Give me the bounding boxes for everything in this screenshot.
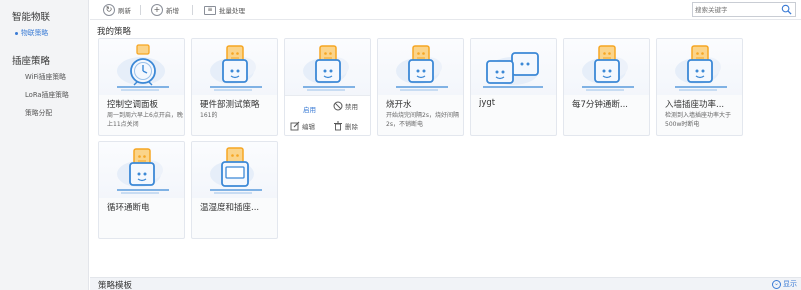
show-templates-toggle[interactable]: ⌄ 显示 [772,279,797,289]
sidebar-item-iot-strategy[interactable]: 物联策略 [15,27,48,37]
strategy-card[interactable]: 硬件部测试策略 161的 [191,38,278,136]
sidebar-group-title: 智能物联 [12,12,51,23]
edit-icon [290,121,300,131]
delete-label: 删除 [345,123,358,131]
template-section-title: 策略模板 [98,281,133,290]
disable-label: 禁用 [345,103,358,111]
search-icon[interactable] [781,4,792,15]
strategy-card[interactable]: 入墙插座功率... 检测到入墙插座功率大于500w时断电 [656,38,743,136]
sidebar-item-strategy-assign[interactable]: 策略分配 [25,107,52,117]
edit-button[interactable]: 编辑 [290,121,315,131]
trash-icon [334,121,342,131]
sidebar-group-title: 插座策略 [12,56,51,67]
strategy-card[interactable]: 控制空调面板 周一到周六早上6点开启，晚上11点关闭 [98,38,185,136]
toolbar-divider [192,5,193,15]
edit-label: 编辑 [302,123,315,131]
strategy-description: 周一到周六早上6点开启，晚上11点关闭 [107,112,183,128]
toolbar-divider [140,5,141,15]
socket-plug-icon [657,39,742,95]
search-box [692,2,796,17]
disable-button[interactable]: 禁用 [333,101,358,111]
strategy-card[interactable]: 循环通断电 [98,141,185,239]
strategy-name: 循环通断电 [107,203,150,213]
dual-socket-icon [471,39,556,95]
chevron-down-icon: ⌄ [772,279,781,289]
plus-icon: + [151,4,163,16]
strategy-card[interactable]: jygt [470,38,557,136]
strategy-description: 检测到入墙插座功率大于500w时断电 [665,112,732,128]
add-button[interactable]: + 新增 [151,3,179,17]
strategy-card[interactable]: 温湿度和插座... [191,141,278,239]
sidebar: 智能物联 物联策略 插座策略 WiFi插座策略 LoRa插座策略 策略分配 [0,0,89,290]
refresh-button[interactable]: ↻ 刷新 [103,3,131,17]
strategy-card[interactable]: 烧开水 开始烧完间隔2s，烧好间隔2s，不销断电 [377,38,464,136]
sidebar-item-wifi-socket[interactable]: WiFi插座策略 [25,71,66,81]
strategy-name: 温湿度和插座... [200,203,260,213]
enable-button[interactable]: 启用 [303,104,316,114]
strategy-card[interactable]: 每7分钟通断... [563,38,650,136]
batch-label: 批量处理 [219,7,245,15]
disable-icon [333,101,343,111]
show-label: 显示 [783,280,797,288]
list-icon: ≡ [204,5,216,15]
strategy-description: 161的 [200,112,218,119]
socket-plug-icon [285,39,370,95]
strategy-card-hovered[interactable]: 启用 禁用 编辑 删除 [284,38,371,136]
thermo-plug-icon [192,142,277,198]
batch-button[interactable]: ≡ 批量处理 [204,3,245,17]
template-section-bar: 策略模板 ⌄ 显示 [90,277,801,290]
sidebar-item-lora-socket[interactable]: LoRa插座策略 [25,89,69,99]
strategy-description: 开始烧完间隔2s，烧好间隔2s，不销断电 [386,112,459,128]
card-action-panel: 启用 禁用 编辑 删除 [285,95,370,135]
socket-plug-icon [192,39,277,95]
add-label: 新增 [166,7,179,15]
refresh-icon: ↻ [103,4,115,16]
strategy-name: jygt [479,98,496,108]
strategy-name: 入墙插座功率... [665,100,725,110]
refresh-label: 刷新 [118,7,131,15]
socket-plug-icon [99,142,184,198]
delete-button[interactable]: 删除 [333,121,358,131]
enable-label: 启用 [303,106,316,114]
strategy-name: 硬件部测试策略 [200,100,260,110]
strategy-name: 每7分钟通断... [572,100,629,110]
strategy-name: 控制空调面板 [107,100,159,110]
ac-clock-plug-icon [99,39,184,95]
section-title: 我的策略 [97,27,132,37]
search-input[interactable] [695,4,779,15]
strategy-name: 烧开水 [386,100,412,110]
socket-plug-icon [564,39,649,95]
socket-plug-icon [378,39,463,95]
